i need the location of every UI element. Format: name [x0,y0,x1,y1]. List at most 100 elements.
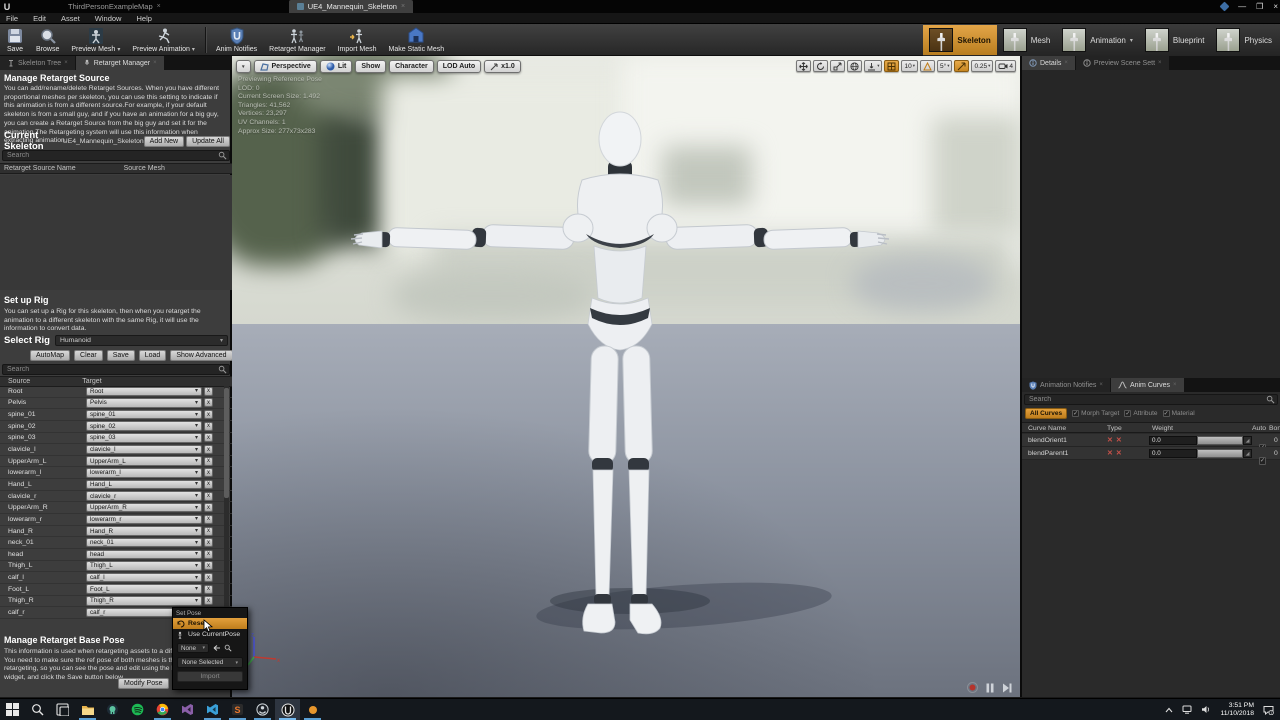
target-bone-dropdown[interactable]: spine_01▾ [86,410,202,420]
target-bone-dropdown[interactable]: Root▾ [86,387,202,397]
menu-file[interactable]: File [6,14,18,23]
search-input[interactable] [3,366,218,373]
spotify-taskbar-icon[interactable] [125,699,150,720]
checkbox-checked-icon[interactable]: ✓ [1163,410,1170,417]
preview-mesh-button[interactable]: Preview Mesh▾ [65,24,126,56]
tab-retarget-manager[interactable]: Retarget Manager × [76,56,164,70]
target-bone-dropdown[interactable]: lowerarm_r▾ [86,515,202,525]
action-center-icon[interactable]: 7 [1263,705,1274,715]
target-bone-dropdown[interactable]: Hand_R▾ [86,526,202,536]
clear-mapping-button[interactable]: x [204,515,213,524]
family-mesh-button[interactable]: Mesh [997,25,1057,55]
close-icon[interactable]: × [1158,60,1162,66]
clear-mapping-button[interactable]: x [204,550,213,559]
target-bone-dropdown[interactable]: clavicle_r▾ [86,491,202,501]
translate-tool-button[interactable] [796,60,811,72]
angle-snap-size[interactable]: 5°▾ [937,60,952,72]
vscode-taskbar-icon[interactable] [200,699,225,720]
all-curves-button[interactable]: All Curves [1025,408,1067,419]
target-bone-dropdown[interactable]: Thigh_R▾ [86,596,202,606]
clear-mapping-button[interactable]: x [204,527,213,536]
target-bone-dropdown[interactable]: spine_02▾ [86,421,202,431]
minimize-button[interactable]: — [1238,2,1246,11]
clear-mapping-button[interactable]: x [204,538,213,547]
3d-viewport[interactable]: ▾ Perspective Lit Show Character LOD Aut… [232,56,1020,697]
menu-help[interactable]: Help [136,14,151,23]
camera-speed-button[interactable]: 4 [995,60,1016,72]
scale-snap-toggle[interactable] [954,60,969,72]
menu-window[interactable]: Window [95,14,122,23]
save-rig-button[interactable]: Save [107,350,135,361]
target-bone-dropdown[interactable]: head▾ [86,550,202,560]
search-input[interactable] [3,152,218,159]
clear-mapping-button[interactable]: x [204,445,213,454]
tab-thirdperson-map[interactable]: ThirdPersonExampleMap × [60,0,169,13]
start-taskbar-icon[interactable] [0,699,25,720]
world-local-toggle[interactable] [847,60,862,72]
target-bone-dropdown[interactable]: Hand_L▾ [86,480,202,490]
mannequin-character[interactable] [232,56,1020,697]
obs-taskbar-icon[interactable] [250,699,275,720]
family-blueprint-button[interactable]: Blueprint [1139,25,1211,55]
scale-snap-size[interactable]: 0.25▾ [971,60,993,72]
modify-pose-button[interactable]: Modify Pose [118,678,169,689]
menu-edit[interactable]: Edit [33,14,46,23]
task-view-taskbar-icon[interactable] [50,699,75,720]
save-button[interactable]: Save [0,24,30,56]
unreal-taskbar-icon[interactable] [275,699,300,720]
morph-type-icon[interactable]: ✕ [1107,436,1113,444]
close-icon[interactable]: × [157,3,161,10]
weight-input[interactable]: 0.0 [1149,449,1197,458]
search-input[interactable] [1025,396,1266,403]
playback-speed-button[interactable]: x1.0 [484,60,521,73]
close-icon[interactable]: × [1173,382,1177,388]
back-arrow-icon[interactable] [212,644,221,652]
search-icon[interactable] [224,644,232,652]
grid-snap-size[interactable]: 10▾ [901,60,918,72]
close-icon[interactable]: × [153,60,157,66]
clear-mapping-button[interactable]: x [204,387,213,396]
retarget-manager-button[interactable]: Retarget Manager [263,24,331,56]
close-icon[interactable]: × [401,3,405,10]
clear-mapping-button[interactable]: x [204,585,213,594]
anim-notifies-button[interactable]: Anim Notifies [210,24,263,56]
surface-snap-button[interactable]: ▾ [864,60,882,72]
material-type-icon[interactable]: ✕ [1116,449,1122,457]
close-icon[interactable]: × [1064,60,1068,66]
substance-taskbar-icon[interactable]: S [225,699,250,720]
update-all-button[interactable]: Update All [186,136,230,147]
make-static-mesh-button[interactable]: Make Static Mesh [383,24,451,56]
clear-mapping-button[interactable]: x [204,433,213,442]
help-gem-icon[interactable] [1220,2,1230,12]
gitkraken-taskbar-icon[interactable] [100,699,125,720]
filter-material[interactable]: ✓Material [1163,410,1195,417]
checkbox-checked-icon[interactable]: ✓ [1124,410,1131,417]
family-animation-button[interactable]: Animation ▾ [1056,25,1139,55]
menu-asset[interactable]: Asset [61,14,80,23]
close-icon[interactable]: × [64,60,68,66]
grid-snap-toggle[interactable] [884,60,899,72]
filter-attribute[interactable]: ✓Attribute [1124,410,1157,417]
tab-skeleton-tree[interactable]: Skeleton Tree × [0,56,75,70]
pause-button[interactable] [986,683,994,693]
target-bone-dropdown[interactable]: UpperArm_L▾ [86,456,202,466]
target-bone-dropdown[interactable]: Thigh_L▾ [86,561,202,571]
clear-mapping-button[interactable]: x [204,596,213,605]
select-rig-dropdown[interactable]: Humanoid ▾ [55,335,228,346]
import-mesh-button[interactable]: Import Mesh [332,24,383,56]
clear-mapping-button[interactable]: x [204,457,213,466]
target-bone-dropdown[interactable]: UpperArm_R▾ [86,503,202,513]
target-bone-dropdown[interactable]: calf_l▾ [86,573,202,583]
file-explorer-taskbar-icon[interactable] [75,699,100,720]
rotate-tool-button[interactable] [813,60,828,72]
pose-asset-dropdown[interactable]: None ▾ [177,643,209,653]
target-bone-dropdown[interactable]: spine_03▾ [86,433,202,443]
lod-auto-button[interactable]: LOD Auto [437,60,481,73]
import-button[interactable]: Import [177,671,243,682]
taskbar-clock[interactable]: 3:51 PM 11/10/2018 [1220,702,1254,718]
record-button[interactable] [967,682,978,693]
scale-tool-button[interactable] [830,60,845,72]
target-bone-dropdown[interactable]: Foot_L▾ [86,584,202,594]
clear-button[interactable]: Clear [74,350,103,361]
scrollbar[interactable] [224,386,229,619]
